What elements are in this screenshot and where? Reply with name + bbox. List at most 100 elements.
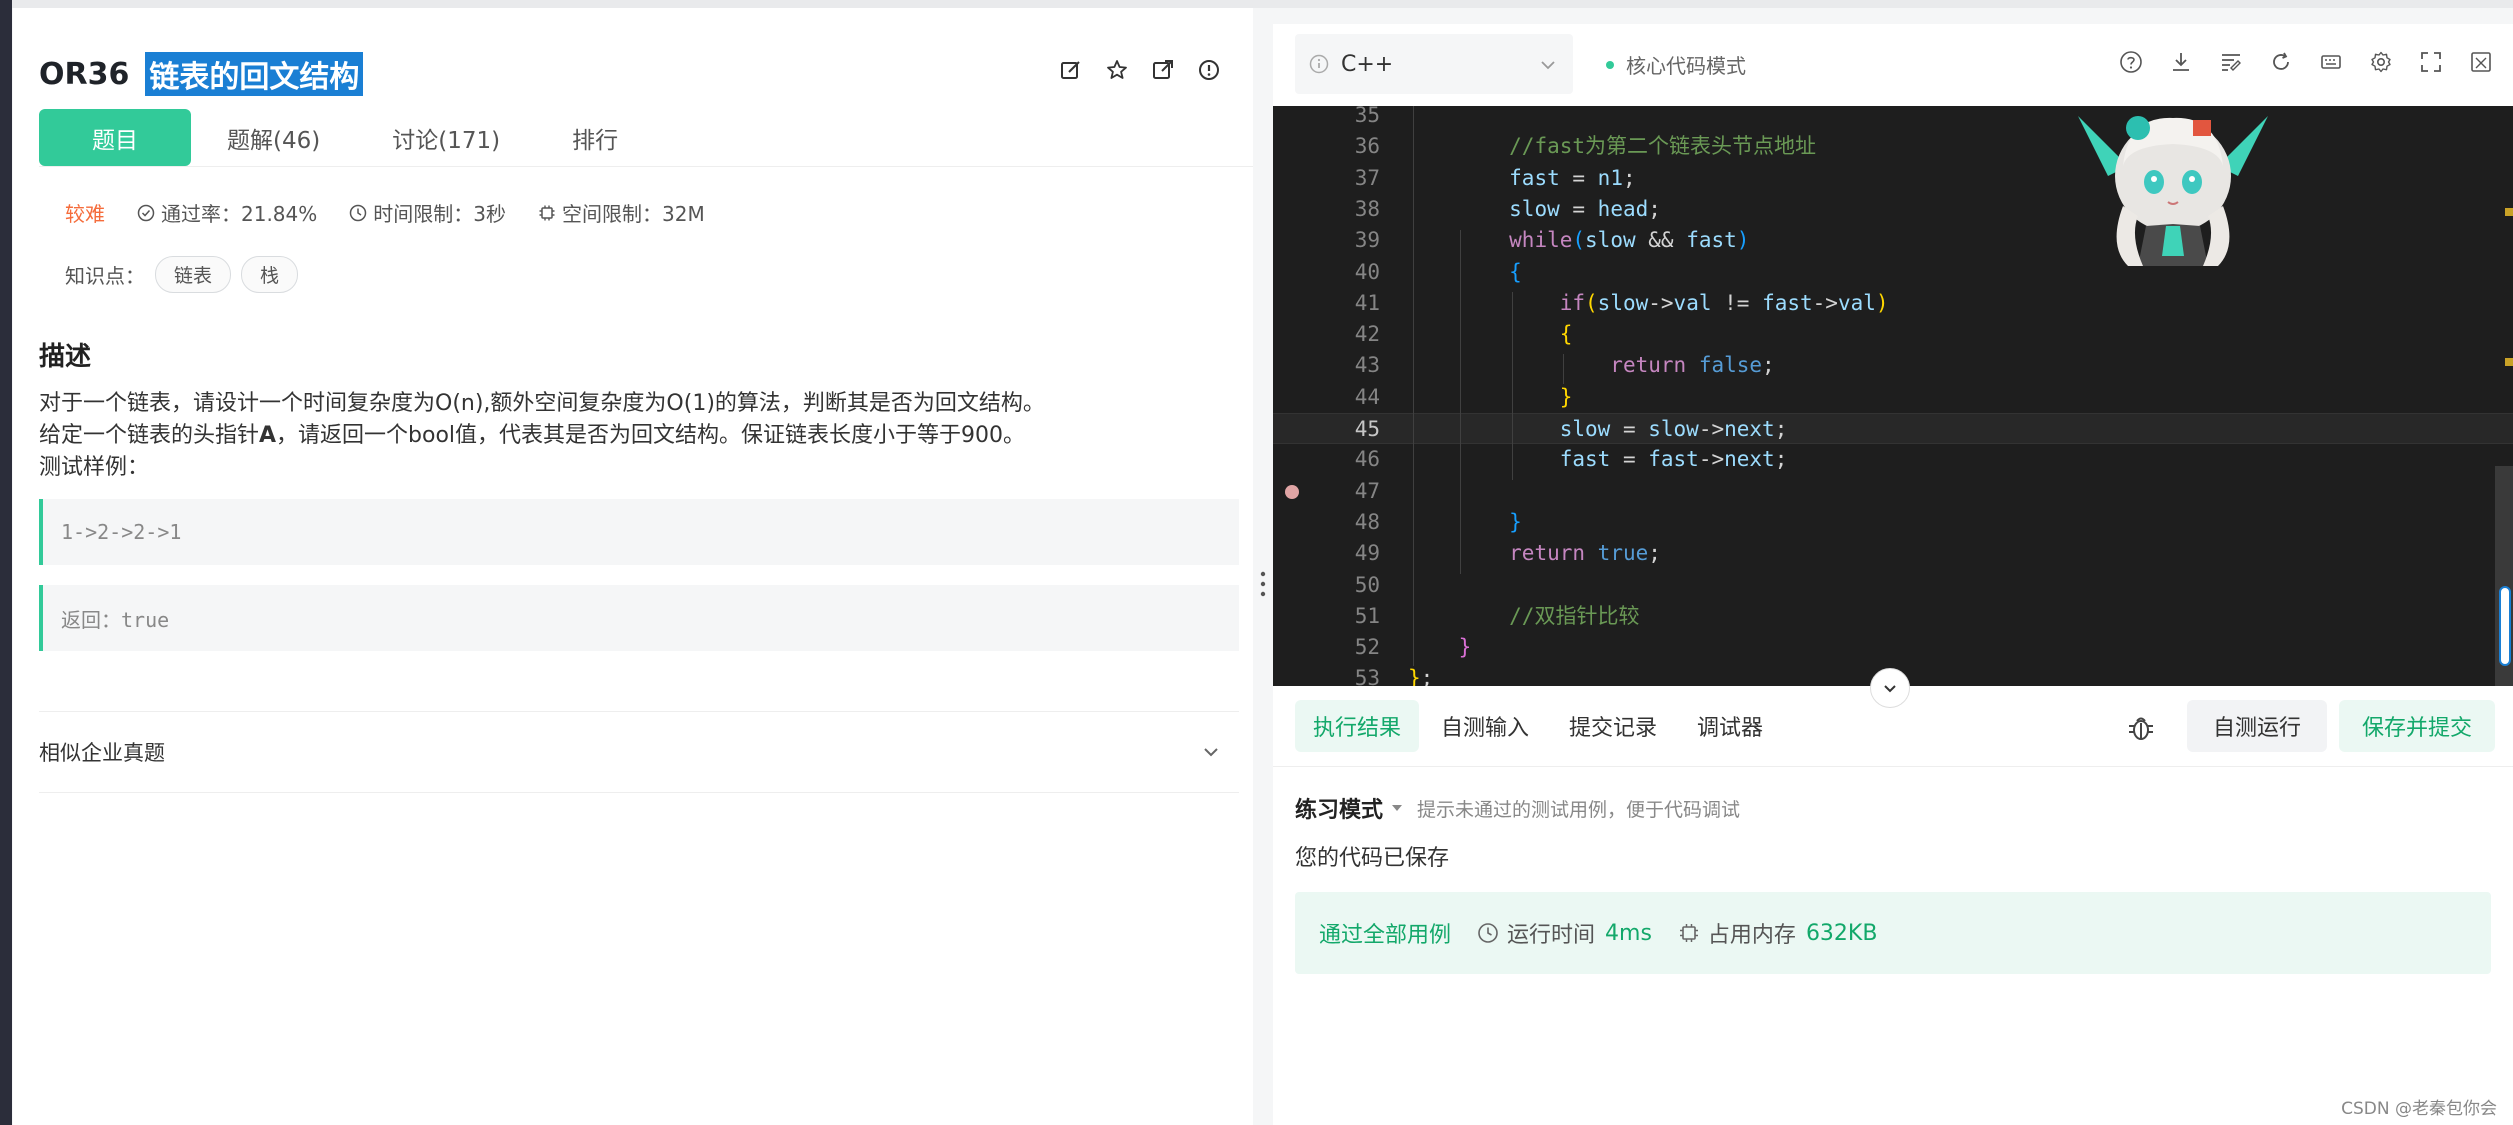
star-icon[interactable] bbox=[1105, 58, 1129, 82]
report-icon[interactable] bbox=[1197, 58, 1221, 82]
line-number: 43 bbox=[1354, 353, 1380, 378]
tag-linked-list[interactable]: 链表 bbox=[155, 256, 232, 293]
chip-icon bbox=[1679, 924, 1698, 942]
keyboard-icon[interactable] bbox=[2319, 50, 2343, 74]
reset-icon[interactable] bbox=[2269, 50, 2293, 74]
tab-discussion[interactable]: 讨论(171) bbox=[356, 109, 536, 166]
tab-run-result[interactable]: 执行结果 bbox=[1295, 700, 1420, 752]
code-line[interactable]: 48 } bbox=[1273, 507, 2513, 538]
help-icon[interactable] bbox=[2119, 50, 2143, 74]
tab-custom-input[interactable]: 自测输入 bbox=[1423, 700, 1547, 752]
breakpoint-icon[interactable] bbox=[1285, 484, 1299, 499]
line-number: 49 bbox=[1354, 541, 1380, 566]
indent-guide bbox=[1512, 292, 1513, 480]
code-line[interactable]: 36 //fast为第二个链表头节点地址 bbox=[1273, 131, 2513, 162]
code-line[interactable]: 45 slow = slow->next; bbox=[1273, 413, 2513, 444]
code-line[interactable]: 49 return true; bbox=[1273, 538, 2513, 569]
code-token: != bbox=[1711, 290, 1763, 315]
share-icon[interactable] bbox=[1151, 58, 1175, 82]
line-number: 51 bbox=[1354, 603, 1380, 628]
indent-guide bbox=[1563, 354, 1564, 384]
sample-input: 1->2->2->1 bbox=[39, 499, 1239, 565]
check-circle-icon bbox=[137, 204, 155, 221]
code-line[interactable]: 47 bbox=[1273, 476, 2513, 507]
line-number: 44 bbox=[1354, 384, 1380, 409]
code-line[interactable]: 37 fast = n1; bbox=[1273, 163, 2513, 194]
app-root: OR36 链表的回文结构 题目 题解(46) 讨论(171) 排行 较难 通过率… bbox=[0, 0, 2513, 1125]
caret-down-icon[interactable] bbox=[1391, 803, 1403, 813]
split-view-icon[interactable] bbox=[2469, 50, 2493, 74]
code-token: return bbox=[1509, 541, 1586, 566]
code-line[interactable]: 38 slow = head; bbox=[1273, 194, 2513, 225]
knowledge-label: 知识点： bbox=[65, 264, 145, 288]
line-number: 46 bbox=[1354, 447, 1380, 472]
window-edge bbox=[0, 0, 12, 1125]
similar-problems-toggle[interactable]: 相似企业真题 bbox=[39, 711, 1239, 793]
tab-solutions[interactable]: 题解(46) bbox=[191, 109, 356, 166]
settings-icon[interactable] bbox=[2369, 50, 2393, 74]
code-token: fast bbox=[1686, 228, 1737, 253]
line-number: 36 bbox=[1354, 134, 1380, 159]
code-line[interactable]: 40 { bbox=[1273, 257, 2513, 288]
code-token: ; bbox=[1648, 541, 1661, 566]
resize-handle-icon[interactable] bbox=[1258, 568, 1268, 600]
code-line[interactable]: 51 //双指针比较 bbox=[1273, 601, 2513, 632]
code-token: ( bbox=[1572, 228, 1586, 253]
code-line[interactable]: 39 while(slow && fast) bbox=[1273, 225, 2513, 256]
description-line-3: 测试样例： bbox=[39, 455, 150, 480]
code-text: return false; bbox=[1408, 350, 1774, 381]
code-token: } bbox=[1408, 666, 1421, 686]
format-icon[interactable] bbox=[2219, 50, 2243, 74]
scroll-marker bbox=[2505, 358, 2513, 366]
code-text: //双指针比较 bbox=[1408, 601, 1639, 632]
runtime: 运行时间 4ms bbox=[1477, 917, 1652, 949]
code-editor[interactable]: 35 36 //fast为第二个链表头节点地址 37 fast = n1; 38 sl… bbox=[1273, 106, 2513, 686]
description-line-2-post: ，请返回一个bool值，代表其是否为回文结构。保证链表长度小于等于900。 bbox=[276, 423, 1026, 448]
code-line[interactable]: 50 bbox=[1273, 570, 2513, 601]
language-select[interactable]: C++ bbox=[1295, 34, 1573, 94]
code-line[interactable]: 43 return false; bbox=[1273, 350, 2513, 381]
tab-ranking[interactable]: 排行 bbox=[536, 109, 654, 166]
chevron-down-icon bbox=[1884, 685, 1896, 693]
tab-submissions[interactable]: 提交记录 bbox=[1551, 700, 1675, 752]
self-test-button[interactable]: 自测运行 bbox=[2187, 700, 2327, 752]
practice-hint: 提示未通过的测试用例，便于代码调试 bbox=[1417, 798, 1741, 821]
tabs-divider bbox=[39, 166, 1253, 167]
practice-mode-select[interactable]: 练习模式 bbox=[1295, 792, 1383, 824]
problem-name[interactable]: 链表的回文结构 bbox=[145, 52, 364, 96]
tab-debugger[interactable]: 调试器 bbox=[1679, 700, 1781, 752]
language-label: C++ bbox=[1341, 51, 1394, 77]
code-line[interactable]: 52 } bbox=[1273, 632, 2513, 663]
save-submit-button[interactable]: 保存并提交 bbox=[2339, 700, 2495, 752]
code-token: val bbox=[1837, 290, 1876, 315]
code-mode: 核心代码模式 bbox=[1606, 50, 1746, 79]
code-line[interactable]: 44 } bbox=[1273, 382, 2513, 413]
collapse-console-button[interactable] bbox=[1870, 668, 1910, 708]
scroll-thumb[interactable] bbox=[2499, 586, 2511, 666]
download-icon[interactable] bbox=[2169, 50, 2193, 74]
memory-value: 632KB bbox=[1805, 920, 1878, 946]
code-token: ; bbox=[1774, 417, 1788, 441]
tag-stack[interactable]: 栈 bbox=[241, 256, 299, 293]
code-token: ) bbox=[1736, 228, 1750, 253]
code-line[interactable]: 41 if(slow->val != fast->val) bbox=[1273, 288, 2513, 319]
code-text: return true; bbox=[1408, 538, 1661, 569]
bug-icon[interactable] bbox=[2125, 712, 2157, 744]
code-mode-label: 核心代码模式 bbox=[1626, 54, 1746, 78]
code-line[interactable]: 42 { bbox=[1273, 319, 2513, 350]
code-token: -> bbox=[1698, 447, 1725, 472]
code-token: return bbox=[1610, 353, 1687, 378]
fullscreen-icon[interactable] bbox=[2419, 50, 2443, 74]
tab-problem[interactable]: 题目 bbox=[39, 109, 191, 166]
code-text: } bbox=[1408, 507, 1522, 538]
edit-icon[interactable] bbox=[1059, 58, 1083, 82]
code-line[interactable]: 35 bbox=[1273, 106, 2513, 131]
code-line[interactable]: 46 fast = fast->next; bbox=[1273, 444, 2513, 475]
